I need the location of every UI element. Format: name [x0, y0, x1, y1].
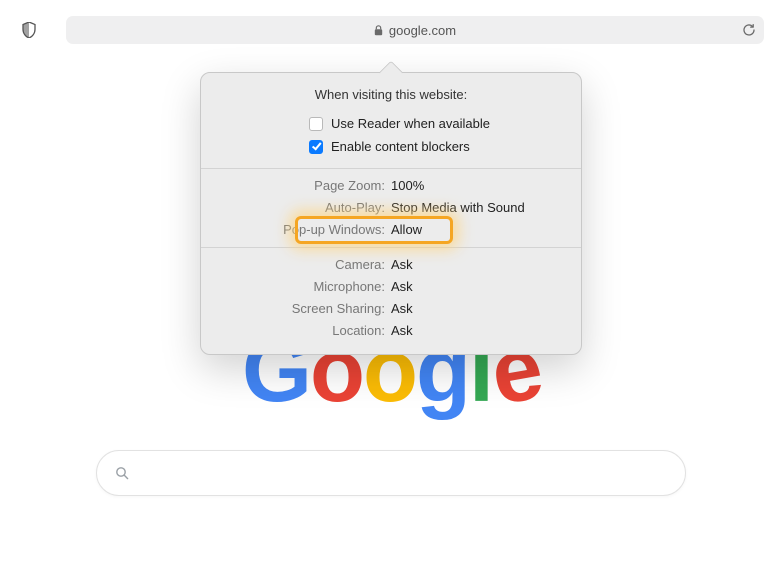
auto-play-row[interactable]: Auto-Play: Stop Media with Sound: [201, 197, 581, 219]
microphone-label: Microphone:: [201, 276, 391, 298]
search-icon: [115, 466, 129, 480]
toolbar: google.com: [0, 10, 782, 50]
screen-sharing-label: Screen Sharing:: [201, 298, 391, 320]
popover-title: When visiting this website:: [201, 73, 581, 110]
location-row[interactable]: Location: Ask: [201, 320, 581, 342]
content-blockers-label: Enable content blockers: [331, 139, 470, 154]
settings-group-2: Camera: Ask Microphone: Ask Screen Shari…: [201, 248, 581, 354]
reader-label: Use Reader when available: [331, 116, 490, 131]
popup-windows-label: Pop-up Windows:: [201, 219, 391, 241]
popup-windows-row[interactable]: Pop-up Windows: Allow: [201, 219, 581, 241]
lock-icon: [374, 25, 383, 36]
microphone-row[interactable]: Microphone: Ask: [201, 276, 581, 298]
camera-row[interactable]: Camera: Ask: [201, 254, 581, 276]
reader-row[interactable]: Use Reader when available: [217, 112, 565, 135]
auto-play-value[interactable]: Stop Media with Sound: [391, 197, 581, 219]
microphone-value[interactable]: Ask: [391, 276, 581, 298]
privacy-shield-icon[interactable]: [18, 19, 40, 41]
content-blockers-checkbox[interactable]: [309, 140, 323, 154]
address-bar-content: google.com: [374, 23, 456, 38]
auto-play-label: Auto-Play:: [201, 197, 391, 219]
search-input[interactable]: [139, 465, 667, 482]
content-blockers-row[interactable]: Enable content blockers: [217, 135, 565, 158]
camera-label: Camera:: [201, 254, 391, 276]
reload-icon[interactable]: [742, 23, 756, 37]
location-value[interactable]: Ask: [391, 320, 581, 342]
popup-windows-value[interactable]: Allow: [391, 219, 581, 241]
camera-value[interactable]: Ask: [391, 254, 581, 276]
page-zoom-label: Page Zoom:: [201, 175, 391, 197]
browser-window: google.com Google When visiting this web…: [0, 0, 782, 566]
search-box[interactable]: [96, 450, 686, 496]
screen-sharing-value[interactable]: Ask: [391, 298, 581, 320]
site-settings-popover: When visiting this website: Use Reader w…: [200, 72, 582, 355]
page-zoom-value[interactable]: 100%: [391, 175, 581, 197]
address-bar[interactable]: google.com: [66, 16, 764, 44]
address-bar-domain: google.com: [389, 23, 456, 38]
reader-checkbox[interactable]: [309, 117, 323, 131]
screen-sharing-row[interactable]: Screen Sharing: Ask: [201, 298, 581, 320]
page-zoom-row[interactable]: Page Zoom: 100%: [201, 175, 581, 197]
settings-group-1: Page Zoom: 100% Auto-Play: Stop Media wi…: [201, 169, 581, 247]
location-label: Location:: [201, 320, 391, 342]
